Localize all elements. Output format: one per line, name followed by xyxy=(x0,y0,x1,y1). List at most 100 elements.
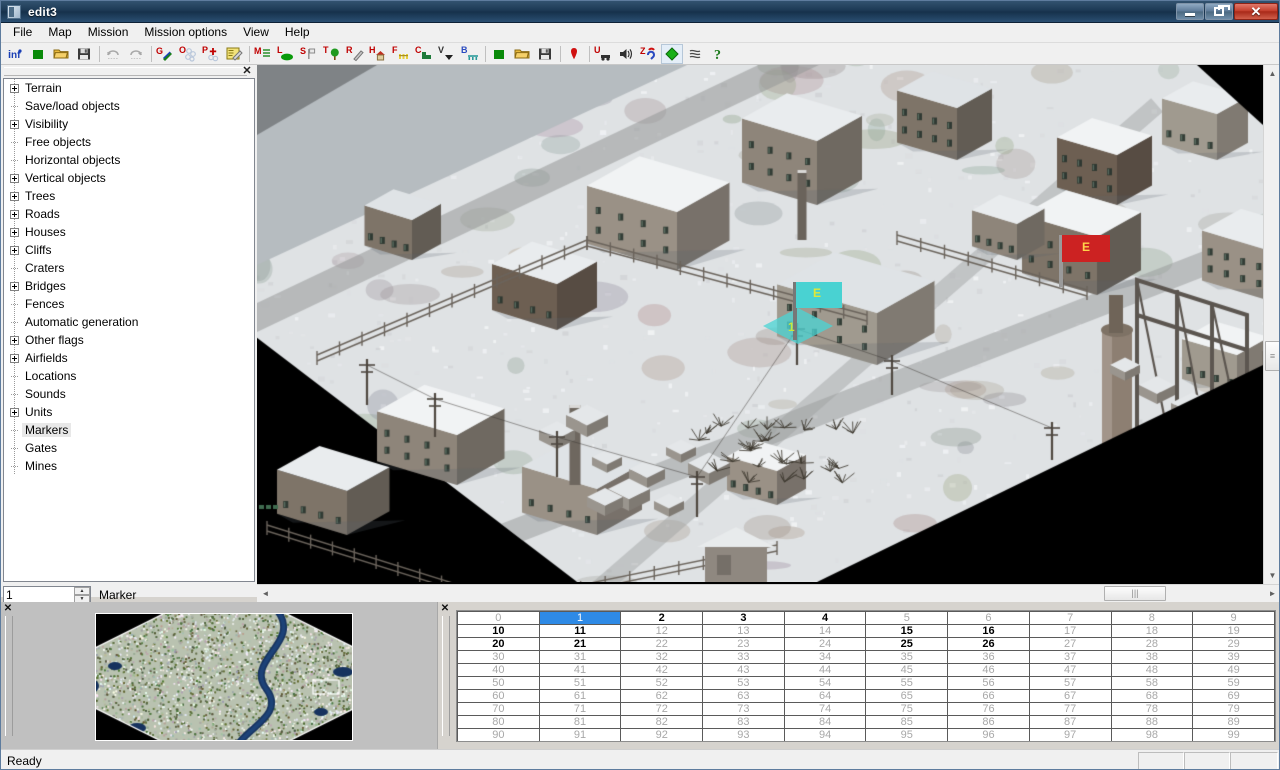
grid-cell[interactable]: 57 xyxy=(1028,676,1112,690)
marker-spin-up[interactable]: ▲ xyxy=(74,587,90,595)
tree-item-gates[interactable]: Gates xyxy=(4,439,254,457)
grid-cell[interactable]: 56 xyxy=(947,676,1030,690)
tree-expand-icon[interactable] xyxy=(10,245,19,255)
vertical-button[interactable]: V xyxy=(436,44,458,64)
tree-item-locations[interactable]: Locations xyxy=(4,367,254,385)
object-tree[interactable]: Terrain Save/load objects Visibility Free o… xyxy=(3,78,255,582)
open-button[interactable] xyxy=(50,44,72,64)
tree-expand-icon[interactable] xyxy=(10,335,19,345)
grid-cell[interactable]: 41 xyxy=(538,663,622,677)
hscroll-thumb[interactable]: ||| xyxy=(1104,586,1166,601)
locations-button[interactable]: L xyxy=(275,44,297,64)
roads-button[interactable]: R xyxy=(344,44,366,64)
grid-cell[interactable]: 22 xyxy=(620,637,704,651)
tree-expand-icon[interactable] xyxy=(10,353,19,363)
grid-cell[interactable]: 90 xyxy=(457,728,540,741)
scroll-down-arrow[interactable]: ▼ xyxy=(1264,567,1279,584)
minimap-drag-grip[interactable] xyxy=(5,616,13,736)
tree-item-other-flags[interactable]: Other flags xyxy=(4,331,254,349)
diamond-button[interactable] xyxy=(661,43,683,64)
tree-item-mines[interactable]: Mines xyxy=(4,457,254,475)
grid-cell[interactable]: 51 xyxy=(538,676,622,690)
menu-map[interactable]: Map xyxy=(40,23,79,42)
tree-item-sounds[interactable]: Sounds xyxy=(4,385,254,403)
objects-button[interactable]: O xyxy=(177,44,199,64)
grid-cell[interactable]: 95 xyxy=(865,728,949,741)
marker-spin-buttons[interactable]: ▲ ▼ xyxy=(74,587,90,603)
grid-cell[interactable]: 5 xyxy=(865,611,949,625)
tree-item-cliffs[interactable]: Cliffs xyxy=(4,241,254,259)
tree-expand-icon[interactable] xyxy=(10,83,19,93)
grid-cell[interactable]: 70 xyxy=(457,702,540,716)
grid-cell[interactable]: 91 xyxy=(538,728,622,741)
tree-expand-icon[interactable] xyxy=(10,281,19,291)
grid-cell[interactable]: 58 xyxy=(1110,676,1194,690)
grid-cell[interactable]: 12 xyxy=(620,624,704,638)
panel-close-icon[interactable]: ✕ xyxy=(241,66,253,78)
tree-expand-icon[interactable] xyxy=(10,173,19,183)
redo-button[interactable] xyxy=(125,44,147,64)
menu-view[interactable]: View xyxy=(235,23,277,42)
grid-cell[interactable]: 64 xyxy=(783,689,867,703)
grid-cell[interactable]: 92 xyxy=(620,728,704,741)
waves-button[interactable] xyxy=(684,44,706,64)
grid-cell[interactable]: 7 xyxy=(1028,611,1112,625)
mission-button[interactable]: M xyxy=(252,44,274,64)
map-canvas[interactable] xyxy=(257,65,1263,582)
grid-cell[interactable]: 84 xyxy=(783,715,867,729)
tree-item-markers[interactable]: Markers xyxy=(4,421,254,439)
grid-cell[interactable]: 67 xyxy=(1028,689,1112,703)
grid-cell[interactable]: 29 xyxy=(1192,637,1275,651)
tree-expand-icon[interactable] xyxy=(10,407,19,417)
grid-cell[interactable]: 76 xyxy=(947,702,1030,716)
grid-cell[interactable]: 37 xyxy=(1028,650,1112,664)
grid-cell[interactable]: 60 xyxy=(457,689,540,703)
grid-cell[interactable]: 26 xyxy=(947,637,1030,651)
tree-item-trees[interactable]: Trees xyxy=(4,187,254,205)
houses-button[interactable]: H xyxy=(367,44,389,64)
grid-cell[interactable]: 74 xyxy=(783,702,867,716)
grid-cell[interactable]: 78 xyxy=(1110,702,1194,716)
grid-cell[interactable]: 65 xyxy=(865,689,949,703)
grid-cell[interactable]: 19 xyxy=(1192,624,1275,638)
tree-item-terrain[interactable]: Terrain xyxy=(4,79,254,97)
grid-cell[interactable]: 45 xyxy=(865,663,949,677)
grid-cell[interactable]: 4 xyxy=(783,611,867,625)
grid-cell[interactable]: 21 xyxy=(538,637,622,651)
ground-button[interactable]: G xyxy=(154,44,176,64)
grid-cell[interactable]: 47 xyxy=(1028,663,1112,677)
grid-cell[interactable]: 83 xyxy=(702,715,785,729)
tree-item-visibility[interactable]: Visibility xyxy=(4,115,254,133)
menu-file[interactable]: File xyxy=(5,23,40,42)
sound-button[interactable] xyxy=(615,44,637,64)
tree-expand-icon[interactable] xyxy=(10,119,19,129)
grid-cell[interactable]: 23 xyxy=(702,637,785,651)
grid-cell[interactable]: 53 xyxy=(702,676,785,690)
grid-cell[interactable]: 55 xyxy=(865,676,949,690)
grid-cell[interactable]: 28 xyxy=(1110,637,1194,651)
properties-button[interactable]: P xyxy=(200,44,222,64)
grid-cell[interactable]: 81 xyxy=(538,715,622,729)
minimap-view[interactable] xyxy=(95,613,353,741)
grid-cell[interactable]: 27 xyxy=(1028,637,1112,651)
grid-cell[interactable]: 71 xyxy=(538,702,622,716)
grid-cell[interactable]: 73 xyxy=(702,702,785,716)
grid-cell[interactable]: 98 xyxy=(1110,728,1194,741)
grid-cell[interactable]: 43 xyxy=(702,663,785,677)
grid-cell[interactable]: 35 xyxy=(865,650,949,664)
grid-cell[interactable]: 36 xyxy=(947,650,1030,664)
grid-cell[interactable]: 25 xyxy=(865,637,949,651)
grid-cell[interactable]: 66 xyxy=(947,689,1030,703)
grid-cell[interactable]: 11 xyxy=(538,624,622,638)
grid-cell[interactable]: 87 xyxy=(1028,715,1112,729)
scroll-left-arrow[interactable]: ◄ xyxy=(257,585,274,602)
map-horizontal-scrollbar[interactable]: ◄ ||| ► xyxy=(257,584,1279,602)
grid-cell[interactable]: 8 xyxy=(1110,611,1194,625)
tree-item-houses[interactable]: Houses xyxy=(4,223,254,241)
tree-item-save-load-objects[interactable]: Save/load objects xyxy=(4,97,254,115)
cell-grid[interactable]: 0 1 2 3 4 5 6 7 8 9 10 11 12 13 14 15 16 17 18 19 20 21 22 23 24… xyxy=(456,610,1276,742)
grid-cell[interactable]: 94 xyxy=(783,728,867,741)
marker-button[interactable] xyxy=(563,44,585,64)
scroll-up-arrow[interactable]: ▲ xyxy=(1264,65,1279,82)
tree-item-airfields[interactable]: Airfields xyxy=(4,349,254,367)
